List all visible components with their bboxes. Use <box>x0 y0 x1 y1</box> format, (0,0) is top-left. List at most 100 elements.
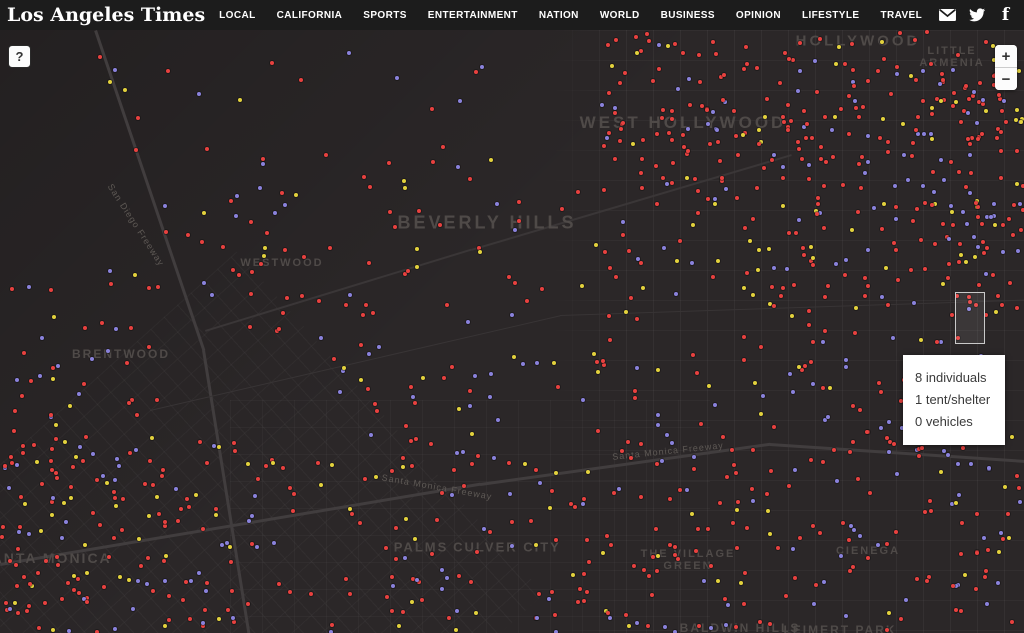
hovered-cell-highlight[interactable] <box>955 292 985 344</box>
map-dot-red <box>280 191 284 195</box>
map-dot-purple <box>395 76 399 80</box>
map-dot-red <box>621 233 625 237</box>
map-dot-red <box>745 271 749 275</box>
map-dot-yellow <box>217 617 221 621</box>
map-dot-red <box>230 589 234 593</box>
map-dot-red <box>930 203 934 207</box>
map-dot-red <box>770 158 774 162</box>
map-dot-red <box>350 512 354 516</box>
map-dot-red <box>440 491 444 495</box>
map-dot-red <box>606 611 610 615</box>
map-dot-purple <box>796 89 800 93</box>
map-dot-yellow <box>133 273 137 277</box>
road-santa-monica-freeway <box>480 443 771 486</box>
map-dot-red <box>84 435 88 439</box>
map-dot-red <box>95 478 99 482</box>
la-times-logo[interactable]: Los Angeles Times <box>0 4 219 26</box>
map-dot-red <box>32 443 36 447</box>
map-dot-yellow <box>596 370 600 374</box>
map-dot-red <box>854 106 858 110</box>
nav-item-lifestyle[interactable]: LIFESTYLE <box>802 10 860 21</box>
map-dot-red <box>642 568 646 572</box>
map-dot-red <box>176 519 180 523</box>
map-dot-purple <box>440 587 444 591</box>
nav-item-sports[interactable]: SPORTS <box>363 10 407 21</box>
map-dot-yellow <box>757 128 761 132</box>
map-dot-red <box>640 157 644 161</box>
map-dot-purple <box>880 295 884 299</box>
map-dot-red <box>647 574 651 578</box>
map-dot-purple <box>724 187 728 191</box>
zoom-in-button[interactable]: + <box>995 45 1017 67</box>
map-dot-red <box>457 574 461 578</box>
help-button[interactable]: ? <box>8 45 31 68</box>
map-dot-red <box>742 335 746 339</box>
map-dot-yellow <box>759 140 763 144</box>
map-dot-red <box>445 303 449 307</box>
map-dot-red <box>277 582 281 586</box>
nav-item-world[interactable]: WORLD <box>600 10 640 21</box>
map-dot-red <box>848 450 852 454</box>
map-dot-purple <box>338 390 342 394</box>
map-dot-purple <box>1001 250 1005 254</box>
map-dot-purple <box>1016 249 1020 253</box>
nav-item-business[interactable]: BUSINESS <box>661 10 715 21</box>
map-dot-red <box>929 62 933 66</box>
map-dot-red <box>720 179 724 183</box>
map-dot-purple <box>821 340 825 344</box>
map-dot-purple <box>617 487 621 491</box>
map-dot-red <box>160 474 164 478</box>
map-dot-yellow <box>930 106 934 110</box>
map-dot-purple <box>826 415 830 419</box>
map-dot-purple <box>455 451 459 455</box>
map-dot-purple <box>954 584 958 588</box>
nav-item-local[interactable]: LOCAL <box>219 10 255 21</box>
map-dot-purple <box>662 246 666 250</box>
map-dot-yellow <box>919 338 923 342</box>
map-dot-red <box>401 456 405 460</box>
tooltip-line: 8 individuals <box>915 370 1005 386</box>
map-dot-red <box>896 278 900 282</box>
nav-item-entertainment[interactable]: ENTERTAINMENT <box>428 10 518 21</box>
nav-item-opinion[interactable]: OPINION <box>736 10 781 21</box>
zoom-out-button[interactable]: − <box>995 68 1017 90</box>
map-dot-red <box>786 103 790 107</box>
map-dot-red <box>626 440 630 444</box>
map-dot-red <box>414 437 418 441</box>
map-dot-red <box>358 521 362 525</box>
map-dot-yellow <box>39 529 43 533</box>
map-dot-purple <box>929 132 933 136</box>
road-santa-monica-freeway <box>0 483 481 566</box>
map-dot-red <box>696 527 700 531</box>
map-dot-red <box>957 170 961 174</box>
facebook-icon[interactable]: f <box>997 7 1014 23</box>
map-dot-purple <box>968 153 972 157</box>
map-dot-red <box>940 72 944 76</box>
map-dot-red <box>587 560 591 564</box>
nav-item-travel[interactable]: TRAVEL <box>880 10 922 21</box>
map-dot-red <box>731 521 735 525</box>
map-dot-red <box>914 78 918 82</box>
map-dot-purple <box>797 218 801 222</box>
map-canvas[interactable]: HOLLYWOODLITTLEARMENIAWEST HOLLYWOODBEVE… <box>0 30 1024 633</box>
mail-icon[interactable] <box>939 7 956 23</box>
map-dot-red <box>816 196 820 200</box>
map-dot-red <box>1021 208 1024 212</box>
map-dot-red <box>660 116 664 120</box>
map-dot-purple <box>113 478 117 482</box>
map-dot-purple <box>67 629 71 633</box>
map-dot-red <box>143 482 147 486</box>
map-dot-red <box>839 107 843 111</box>
nav-item-california[interactable]: CALIFORNIA <box>277 10 343 21</box>
twitter-icon[interactable] <box>968 7 985 23</box>
nav-item-nation[interactable]: NATION <box>539 10 579 21</box>
map-dot-red <box>288 590 292 594</box>
map-dot-red <box>742 358 746 362</box>
map-dot-purple <box>715 128 719 132</box>
map-dot-red <box>1001 223 1005 227</box>
map-dot-yellow <box>404 517 408 521</box>
map-dot-yellow <box>474 611 478 615</box>
map-dot-red <box>745 62 749 66</box>
map-dot-red <box>886 140 890 144</box>
map-dot-yellow <box>811 256 815 260</box>
